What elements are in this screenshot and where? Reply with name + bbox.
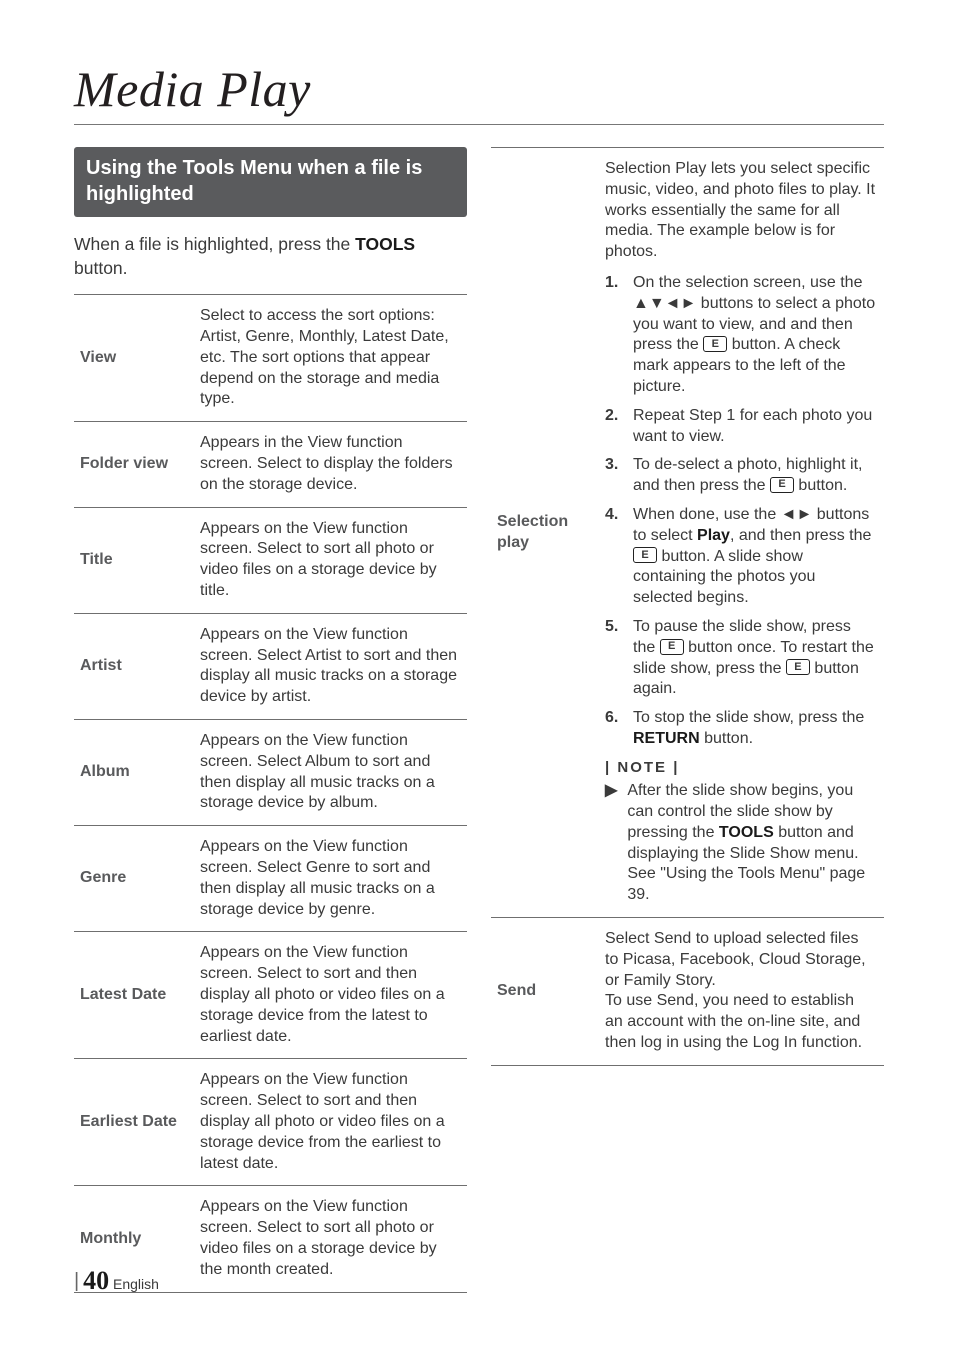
row-key: Album xyxy=(74,720,196,826)
section-heading: Using the Tools Menu when a file is high… xyxy=(74,147,467,217)
page-number: 40 xyxy=(83,1266,109,1295)
row-key: Genre xyxy=(74,826,196,932)
step-1: 1.On the selection screen, use the ▲▼◄► … xyxy=(605,273,876,398)
step-number: 3. xyxy=(605,455,623,497)
table-row: ArtistAppears on the View function scree… xyxy=(74,613,467,719)
enter-icon: E xyxy=(770,477,794,493)
intro-before: When a file is highlighted, press the xyxy=(74,234,355,254)
table-row: Earliest DateAppears on the View functio… xyxy=(74,1059,467,1186)
step-number: 4. xyxy=(605,505,623,609)
enter-icon: E xyxy=(633,547,657,563)
row-key: Latest Date xyxy=(74,932,196,1059)
footer-lang: English xyxy=(113,1276,159,1292)
right-column: Selection play Selection Play lets you s… xyxy=(491,147,884,1066)
table-row: Latest DateAppears on the View function … xyxy=(74,932,467,1059)
step-2: 2.Repeat Step 1 for each photo you want … xyxy=(605,406,876,448)
row-val: Select to access the sort options: Artis… xyxy=(196,295,467,422)
table-row: GenreAppears on the View function screen… xyxy=(74,826,467,932)
row-key: Title xyxy=(74,507,196,613)
row-val: Appears on the View function screen. Sel… xyxy=(196,932,467,1059)
row-val: Appears on the View function screen. Sel… xyxy=(196,1186,467,1292)
note-body: ▶ After the slide show begins, you can c… xyxy=(605,781,876,906)
row-key: Artist xyxy=(74,613,196,719)
table-row: ViewSelect to access the sort options: A… xyxy=(74,295,467,422)
row-val: Appears on the View function screen. Sel… xyxy=(196,507,467,613)
enter-icon: E xyxy=(786,659,810,675)
row-val: Appears on the View function screen. Sel… xyxy=(196,1059,467,1186)
row-val: Appears on the View function screen. Sel… xyxy=(196,826,467,932)
page-footer: | 40 English xyxy=(74,1266,159,1296)
enter-icon: E xyxy=(703,336,727,352)
step-bold: Play xyxy=(697,527,730,544)
step-text: button. A slide show containing the phot… xyxy=(633,548,815,607)
row-val: Selection Play lets you select specific … xyxy=(601,148,884,918)
step-text: button. xyxy=(794,477,847,494)
note-header: | NOTE | xyxy=(605,758,876,778)
note-bullet-icon: ▶ xyxy=(605,781,617,906)
table-row: Send Select Send to upload selected file… xyxy=(491,918,884,1066)
selection-intro: Selection Play lets you select specific … xyxy=(605,159,876,263)
table-row: Selection play Selection Play lets you s… xyxy=(491,148,884,918)
row-val: Appears on the View function screen. Sel… xyxy=(196,720,467,826)
step-number: 1. xyxy=(605,273,623,398)
step-text: To stop the slide show, press the xyxy=(633,709,864,726)
step-text: Repeat Step 1 for each photo you want to… xyxy=(633,406,876,448)
table-row: Folder viewAppears in the View function … xyxy=(74,422,467,507)
step-text: , and then press the xyxy=(730,527,871,544)
step-4: 4.When done, use the ◄► buttons to selec… xyxy=(605,505,876,609)
step-5: 5.To pause the slide show, press the E b… xyxy=(605,617,876,700)
row-val: Select Send to upload selected files to … xyxy=(601,918,884,1066)
row-val: Appears in the View function screen. Sel… xyxy=(196,422,467,507)
step-number: 2. xyxy=(605,406,623,448)
left-table: ViewSelect to access the sort options: A… xyxy=(74,294,467,1292)
step-text: button. xyxy=(700,730,753,747)
selection-steps: 1.On the selection screen, use the ▲▼◄► … xyxy=(605,273,876,750)
step-3: 3.To de-select a photo, highlight it, an… xyxy=(605,455,876,497)
intro-text: When a file is highlighted, press the TO… xyxy=(74,233,467,280)
footer-bar: | xyxy=(74,1270,79,1292)
step-bold: RETURN xyxy=(633,730,700,747)
table-row: AlbumAppears on the View function screen… xyxy=(74,720,467,826)
intro-after: button. xyxy=(74,258,128,278)
table-row: TitleAppears on the View function screen… xyxy=(74,507,467,613)
step-number: 5. xyxy=(605,617,623,700)
row-key: Send xyxy=(491,918,601,1066)
intro-bold: TOOLS xyxy=(355,234,415,254)
enter-icon: E xyxy=(660,639,684,655)
right-table: Selection play Selection Play lets you s… xyxy=(491,147,884,1066)
page-title: Media Play xyxy=(74,60,884,125)
row-key: Folder view xyxy=(74,422,196,507)
row-key: Selection play xyxy=(491,148,601,918)
step-6: 6. To stop the slide show, press the RETU… xyxy=(605,708,876,750)
left-column: Using the Tools Menu when a file is high… xyxy=(74,147,467,1293)
step-number: 6. xyxy=(605,708,623,750)
note-bold: TOOLS xyxy=(719,824,774,841)
row-val: Appears on the View function screen. Sel… xyxy=(196,613,467,719)
row-key: View xyxy=(74,295,196,422)
row-key: Earliest Date xyxy=(74,1059,196,1186)
